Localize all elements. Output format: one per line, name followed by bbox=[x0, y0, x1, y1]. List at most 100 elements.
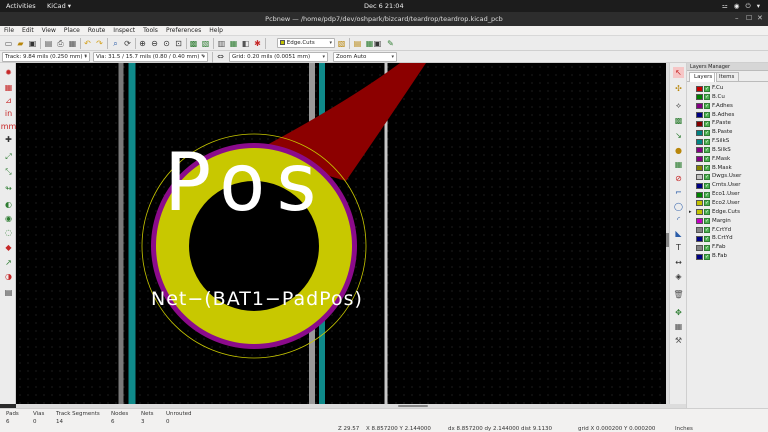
zoom-in-icon[interactable]: ⊕ bbox=[137, 38, 148, 49]
local-ratsnest-icon[interactable]: ⟡ bbox=[673, 100, 684, 111]
layer-color-swatch[interactable] bbox=[696, 120, 703, 127]
grid-toggle-icon[interactable]: ▦ bbox=[3, 82, 14, 93]
update-pcb-icon[interactable]: ▦ bbox=[228, 38, 239, 49]
menu-inspect[interactable]: Inspect bbox=[109, 26, 139, 34]
zone-outline-icon[interactable]: ◉ bbox=[3, 213, 14, 224]
layer-row[interactable]: ✓ B.Paste bbox=[689, 128, 767, 137]
layer-visibility-checkbox[interactable]: ✓ bbox=[704, 156, 710, 163]
zone-fill-icon[interactable]: ◐ bbox=[3, 199, 14, 210]
layer-visibility-checkbox[interactable]: ✓ bbox=[704, 165, 710, 172]
layer-row[interactable]: ✓ B.SilkS bbox=[689, 146, 767, 155]
layer-color-swatch[interactable] bbox=[696, 227, 703, 233]
layer-visibility-checkbox[interactable]: ✓ bbox=[704, 112, 710, 119]
layer-color-swatch[interactable] bbox=[696, 182, 703, 189]
layer-visibility-checkbox[interactable]: ✓ bbox=[704, 120, 710, 127]
tab-items[interactable]: Items bbox=[714, 72, 740, 82]
layer-row[interactable]: ✓ B.Adhes bbox=[689, 111, 767, 120]
layer-color-swatch[interactable] bbox=[696, 156, 703, 163]
via-sketch-icon[interactable]: ◆ bbox=[3, 242, 14, 253]
plot-icon[interactable]: ▦ bbox=[67, 38, 78, 49]
add-circle-icon[interactable]: ◯ bbox=[673, 201, 684, 212]
redraw-icon[interactable]: ⟳ bbox=[122, 38, 133, 49]
layer-color-swatch[interactable] bbox=[696, 94, 703, 101]
track-width-selector[interactable]: Track: 9.84 mils (0.250 mm) * ▾ bbox=[2, 52, 90, 62]
add-dimension-icon[interactable]: ↔ bbox=[673, 257, 684, 268]
menu-route[interactable]: Route bbox=[84, 26, 109, 34]
layer-row[interactable]: ✓ F.Adhes bbox=[689, 102, 767, 111]
add-text-icon[interactable]: T bbox=[673, 242, 684, 253]
layer-visibility-checkbox[interactable]: ✓ bbox=[704, 173, 710, 180]
auto-track-width-icon[interactable]: ⇔ bbox=[215, 51, 226, 62]
save-icon[interactable]: ▣ bbox=[27, 38, 38, 49]
layer-visibility-checkbox[interactable]: ✓ bbox=[704, 200, 710, 207]
layer-row[interactable]: ✓ F.CrtYd bbox=[689, 226, 767, 235]
horizontal-scroll-thumb[interactable] bbox=[398, 405, 428, 407]
footprint-editor-icon[interactable]: ▩ bbox=[188, 38, 199, 49]
zoom-out-icon[interactable]: ⊖ bbox=[149, 38, 160, 49]
add-line-icon[interactable]: ⌐ bbox=[673, 187, 684, 198]
add-target-icon[interactable]: ◈ bbox=[673, 271, 684, 282]
measure-tool-icon[interactable]: ⚒ bbox=[673, 335, 684, 346]
layer-row[interactable]: ✓ Dwgs.User bbox=[689, 172, 767, 181]
layer-color-swatch[interactable] bbox=[696, 129, 703, 136]
layer-color-swatch[interactable] bbox=[696, 244, 703, 251]
pcb-canvas[interactable]: Pos Net−(BAT1−PadPos) bbox=[16, 63, 666, 404]
layer-row[interactable]: ✓ F.Paste bbox=[689, 119, 767, 128]
layer-visibility-checkbox[interactable]: ✓ bbox=[704, 94, 710, 101]
layer-visibility-checkbox[interactable]: ✓ bbox=[704, 103, 710, 110]
zoom-fit-icon[interactable]: ⊙ bbox=[161, 38, 172, 49]
layer-color-swatch[interactable] bbox=[696, 191, 703, 198]
tab-layers[interactable]: Layers bbox=[689, 72, 718, 82]
scripting-console-icon[interactable]: ▤ bbox=[352, 38, 363, 49]
layer-visibility-checkbox[interactable]: ✓ bbox=[704, 129, 710, 136]
maximize-button[interactable]: ☐ bbox=[746, 14, 752, 22]
menu-edit[interactable]: Edit bbox=[18, 26, 38, 34]
layer-color-swatch[interactable] bbox=[696, 173, 703, 180]
new-board-icon[interactable]: ▭ bbox=[3, 38, 14, 49]
redo-icon[interactable]: ↷ bbox=[94, 38, 105, 49]
layer-row[interactable]: ✓ B.Fab bbox=[689, 252, 767, 261]
menu-file[interactable]: File bbox=[0, 26, 18, 34]
delete-icon[interactable]: 🗑 bbox=[673, 289, 684, 300]
system-tray[interactable]: ⚍ ◉ ⏻ ▾ bbox=[722, 2, 762, 11]
layer-visibility-checkbox[interactable]: ✓ bbox=[704, 147, 710, 154]
page-settings-icon[interactable]: ▤ bbox=[43, 38, 54, 49]
layer-visibility-checkbox[interactable]: ✓ bbox=[704, 253, 710, 260]
layer-row[interactable]: ✓ F.SilkS bbox=[689, 137, 767, 146]
layer-row[interactable]: ✓ F.Mask bbox=[689, 155, 767, 164]
layer-visibility-checkbox[interactable]: ✓ bbox=[704, 244, 710, 251]
layer-color-swatch[interactable] bbox=[696, 209, 703, 216]
app-menu-button[interactable]: KiCad ▾ bbox=[47, 2, 71, 10]
zoom-selection-icon[interactable]: ⊡ bbox=[173, 38, 184, 49]
activities-button[interactable]: Activities bbox=[6, 2, 36, 10]
plugin-icon[interactable]: ✎ bbox=[385, 38, 396, 49]
menu-tools[interactable]: Tools bbox=[139, 26, 162, 34]
add-arc-icon[interactable]: ◜ bbox=[673, 214, 684, 225]
drc-marker-icon[interactable]: ✹ bbox=[3, 67, 14, 78]
layer-row[interactable]: ✓ B.Mask bbox=[689, 164, 767, 173]
menu-help[interactable]: Help bbox=[205, 26, 227, 34]
menu-view[interactable]: View bbox=[38, 26, 60, 34]
layer-row[interactable]: ▸ ✓ Edge.Cuts bbox=[689, 208, 767, 217]
layer-color-swatch[interactable] bbox=[696, 165, 703, 172]
layer-visibility-checkbox[interactable]: ✓ bbox=[704, 227, 710, 233]
find-icon[interactable]: ⌕ bbox=[110, 38, 121, 49]
layer-color-swatch[interactable] bbox=[696, 235, 703, 242]
pad-sketch-icon[interactable]: ◌ bbox=[3, 227, 14, 238]
layer-color-swatch[interactable] bbox=[696, 85, 703, 92]
layer-row[interactable]: ✓ B.Cu bbox=[689, 93, 767, 102]
layer-visibility-checkbox[interactable]: ✓ bbox=[704, 138, 710, 145]
layer-visibility-checkbox[interactable]: ✓ bbox=[704, 182, 710, 189]
units-inch-icon[interactable]: in bbox=[3, 108, 14, 119]
footprint-viewer-icon[interactable]: ▧ bbox=[200, 38, 211, 49]
select-tool-icon[interactable]: ↖ bbox=[673, 67, 684, 78]
layer-visibility-checkbox[interactable]: ✓ bbox=[704, 191, 710, 198]
polar-coords-icon[interactable]: ⊿ bbox=[3, 95, 14, 106]
menu-preferences[interactable]: Preferences bbox=[162, 26, 205, 34]
layer-row[interactable]: ✓ Cmts.User bbox=[689, 181, 767, 190]
layer-visibility-checkbox[interactable]: ✓ bbox=[704, 235, 710, 242]
minimize-button[interactable]: – bbox=[735, 14, 739, 22]
menu-place[interactable]: Place bbox=[60, 26, 84, 34]
cursor-shape-icon[interactable]: ✚ bbox=[3, 134, 14, 145]
layer-visibility-checkbox[interactable]: ✓ bbox=[704, 209, 710, 216]
